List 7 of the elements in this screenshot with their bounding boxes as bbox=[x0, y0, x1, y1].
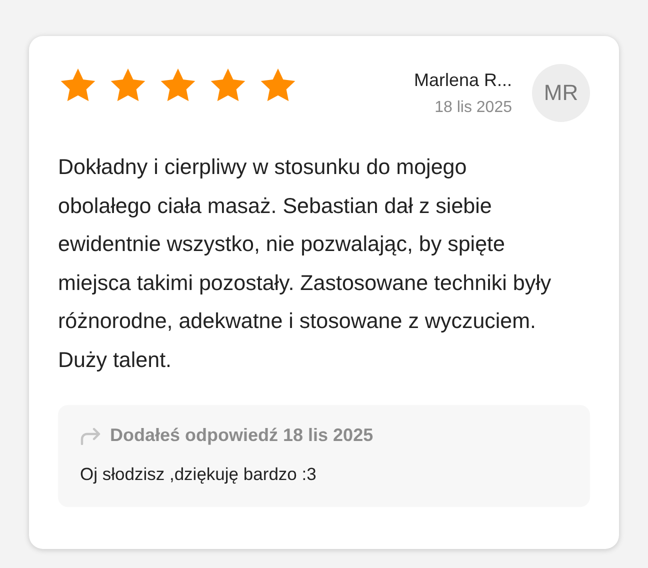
review-date: 18 lis 2025 bbox=[434, 98, 512, 116]
reviewer-name: Marlena R... bbox=[414, 70, 512, 90]
avatar: MR bbox=[532, 64, 590, 122]
reply-arrow-icon bbox=[80, 426, 102, 444]
reply-header: Dodałeś odpowiedź 18 lis 2025 bbox=[110, 425, 374, 446]
reply-text: Oj słodzisz ,dziękuję bardzo :3 bbox=[80, 464, 318, 485]
review-text: Dokładny i cierpliwy w stosunku do mojego obolałego ciała masaż. Sebastian dał z siebie ewidentnie wszystko, nie pozwalając, by spięte miejsca takimi pozostały. Zastosowane techniki były różnorodne, adekwatne i stosowane z wyczuciem. Duży talent. bbox=[58, 154, 552, 374]
